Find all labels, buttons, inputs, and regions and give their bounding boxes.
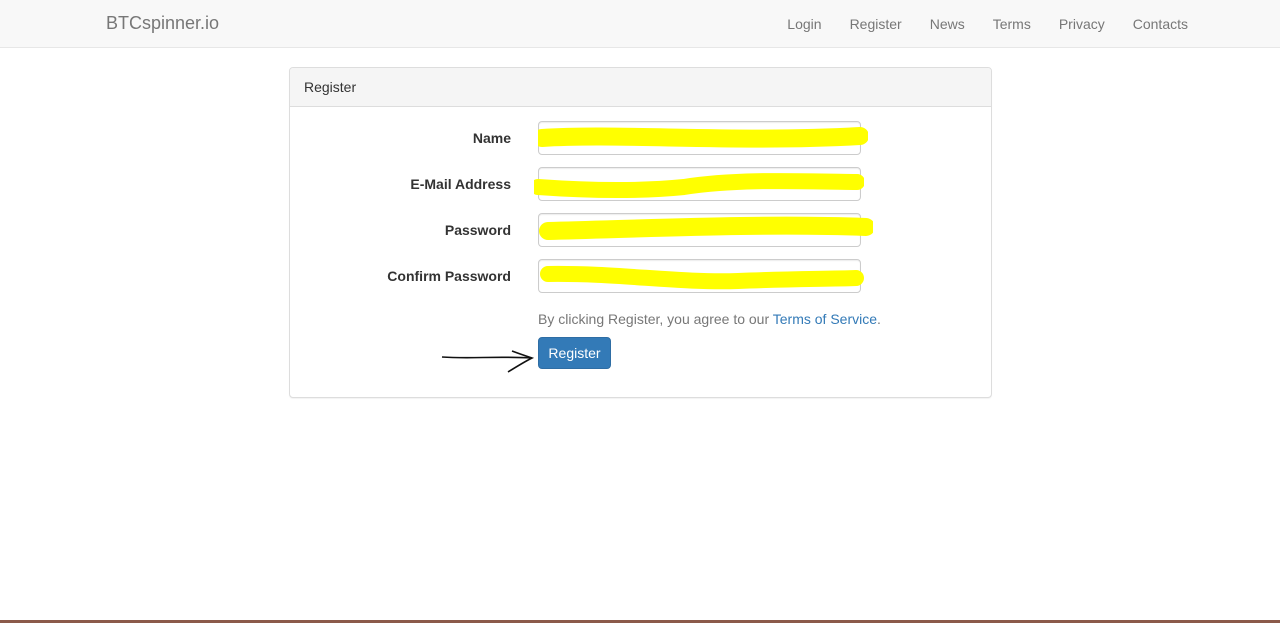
terms-of-service-link[interactable]: Terms of Service	[773, 311, 877, 327]
register-panel: Register Name E-Mail Address Password Co…	[289, 67, 992, 398]
nav-news[interactable]: News	[930, 16, 965, 32]
nav-login[interactable]: Login	[787, 16, 821, 32]
confirm-password-label: Confirm Password	[387, 268, 511, 284]
register-submit-button[interactable]: Register	[538, 337, 611, 369]
nav-register[interactable]: Register	[850, 16, 902, 32]
password-input[interactable]	[538, 213, 861, 247]
tos-suffix: .	[877, 311, 881, 327]
nav-contacts[interactable]: Contacts	[1133, 16, 1188, 32]
name-label: Name	[472, 130, 511, 146]
name-input[interactable]	[538, 121, 861, 155]
tos-notice: By clicking Register, you agree to our T…	[538, 311, 881, 327]
email-row: E-Mail Address	[290, 167, 993, 201]
password-label: Password	[444, 222, 511, 238]
password-row: Password	[290, 213, 993, 247]
panel-heading: Register	[290, 68, 991, 107]
email-label: E-Mail Address	[410, 176, 511, 192]
brand-logo[interactable]: BTCspinner.io	[106, 13, 219, 34]
confirm-row: Confirm Password	[290, 259, 993, 293]
nav-terms[interactable]: Terms	[993, 16, 1031, 32]
nav-links: Login Register News Terms Privacy Contac…	[787, 0, 1188, 47]
email-input[interactable]	[538, 167, 861, 201]
name-row: Name	[290, 121, 993, 155]
confirm-password-input[interactable]	[538, 259, 861, 293]
tos-prefix: By clicking Register, you agree to our	[538, 311, 773, 327]
nav-privacy[interactable]: Privacy	[1059, 16, 1105, 32]
hand-drawn-arrow-icon	[441, 350, 535, 373]
top-navbar: BTCspinner.io Login Register News Terms …	[0, 0, 1280, 48]
